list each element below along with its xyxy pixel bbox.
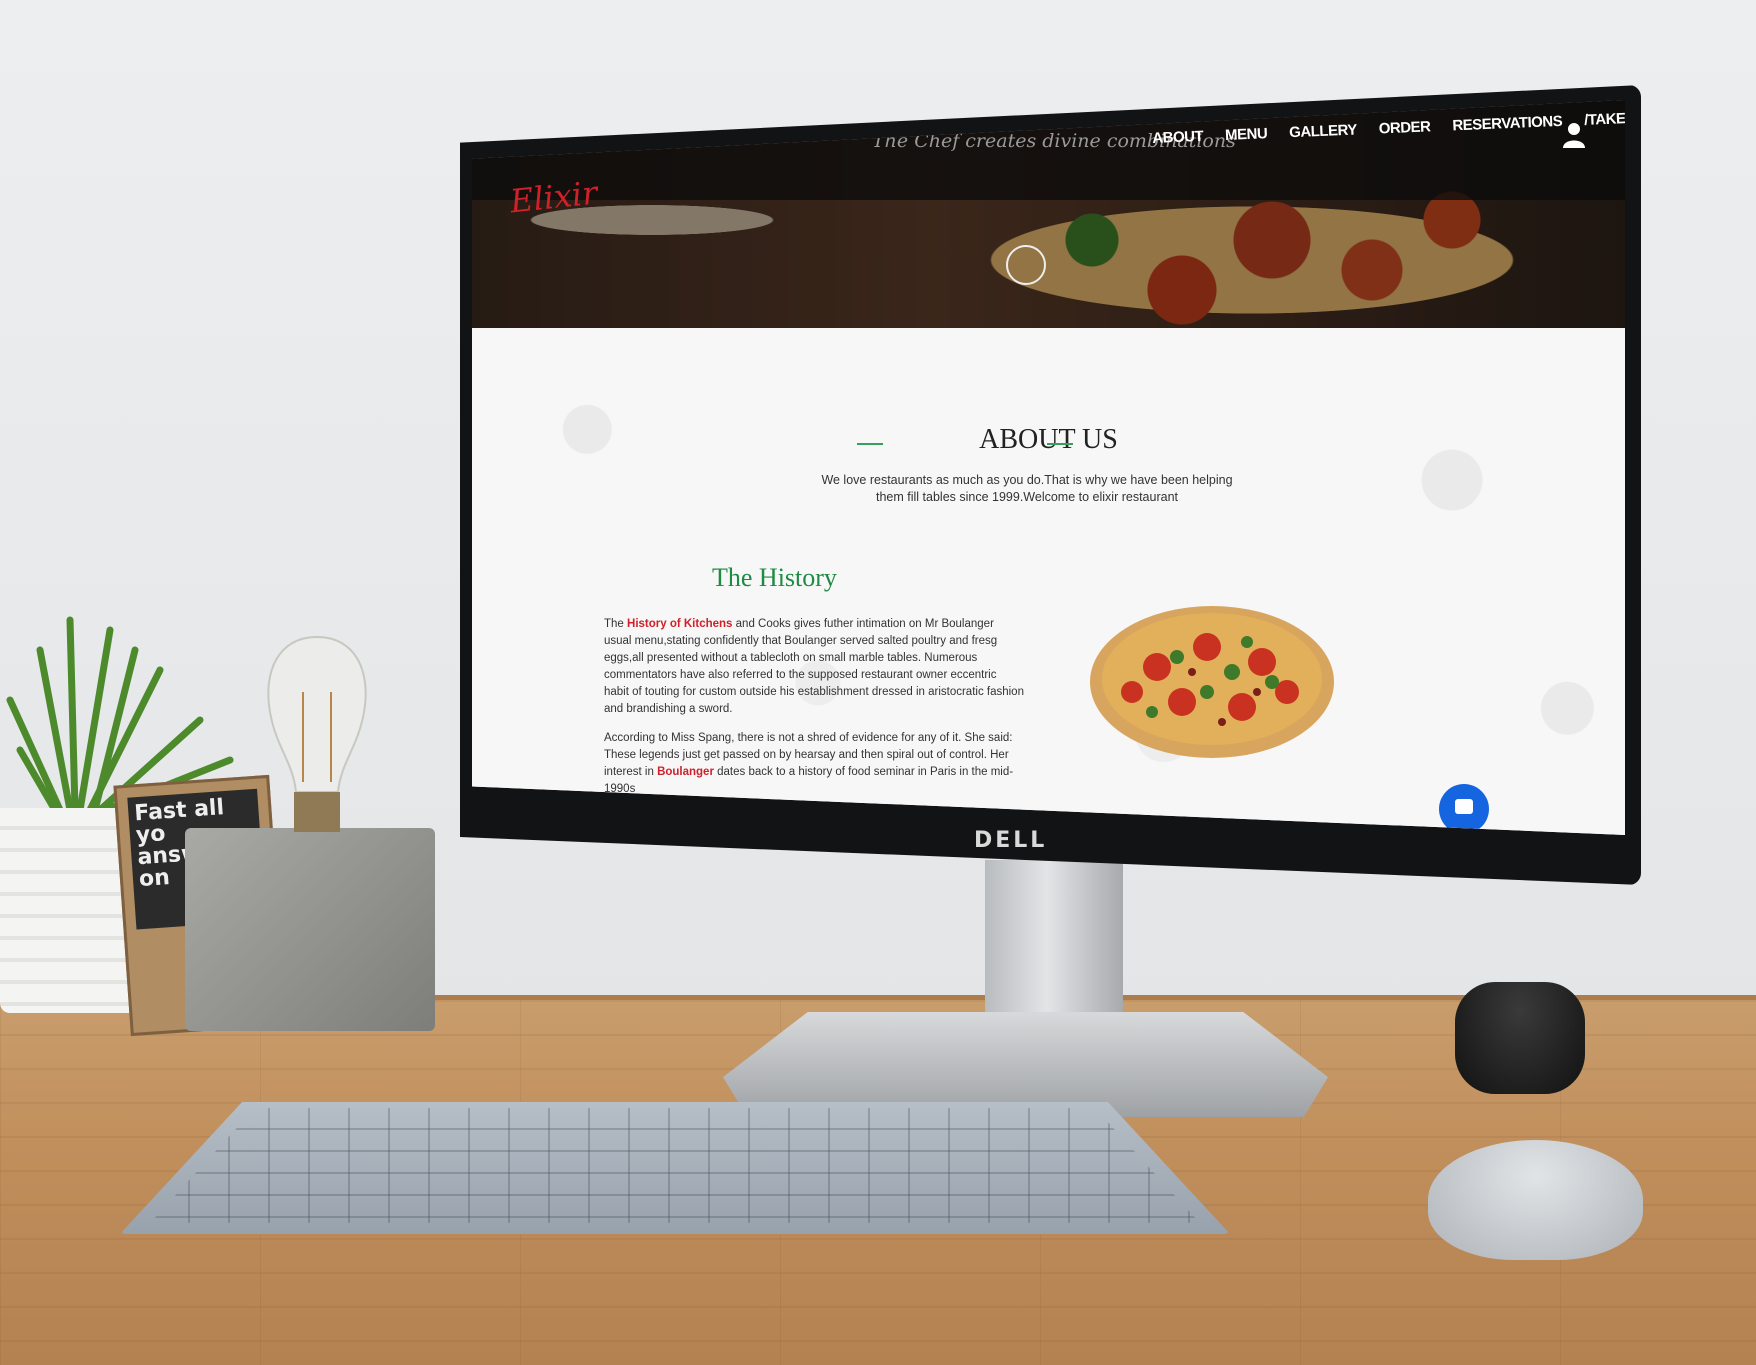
keyboard-keys (150, 1108, 1200, 1223)
nav-menu[interactable]: MENU (1225, 125, 1268, 144)
lamp-base (185, 828, 435, 1031)
hero-scroll-indicator[interactable] (1006, 245, 1046, 285)
history-paragraph-1: The History of Kitchens and Cooks gives … (604, 616, 1024, 718)
nav-takeaway[interactable]: /TAKEAWAY/ (1584, 108, 1625, 129)
nav-gallery[interactable]: GALLERY (1289, 121, 1357, 141)
title-divider-right (1047, 443, 1073, 445)
history-p1-body: and Cooks gives futher intimation on Mr … (604, 618, 1024, 715)
history-highlight-kitchens: History of Kitchens (627, 618, 733, 630)
nav-reservations[interactable]: RESERVATIONS (1452, 113, 1562, 135)
nav-order[interactable]: ORDER (1378, 118, 1430, 137)
monitor-screen: The Chef creates divine combinations Eli… (472, 100, 1625, 835)
monitor-brand-logo: DELL (974, 828, 1048, 853)
user-icon[interactable] (1562, 122, 1586, 148)
chat-button[interactable] (1439, 784, 1489, 834)
nav-about[interactable]: ABOUT (1152, 128, 1203, 147)
monitor-stand-base (723, 1012, 1328, 1117)
smart-speaker (1455, 982, 1585, 1094)
history-highlight-boulanger: Boulanger (657, 766, 714, 778)
history-p1-lead: The (604, 618, 628, 630)
history-paragraph-2: According to Miss Spang, there is not a … (604, 730, 1024, 798)
mouse (1428, 1140, 1643, 1260)
pizza-image (1090, 606, 1334, 758)
light-bulb (267, 635, 367, 832)
about-section: ABOUT US We love restaurants as much as … (472, 328, 1625, 835)
history-text: The History of Kitchens and Cooks gives … (604, 616, 1024, 810)
about-subtitle: We love restaurants as much as you do.Th… (821, 473, 1233, 504)
history-title: The History (712, 563, 837, 592)
about-title: ABOUT US (979, 424, 1118, 455)
